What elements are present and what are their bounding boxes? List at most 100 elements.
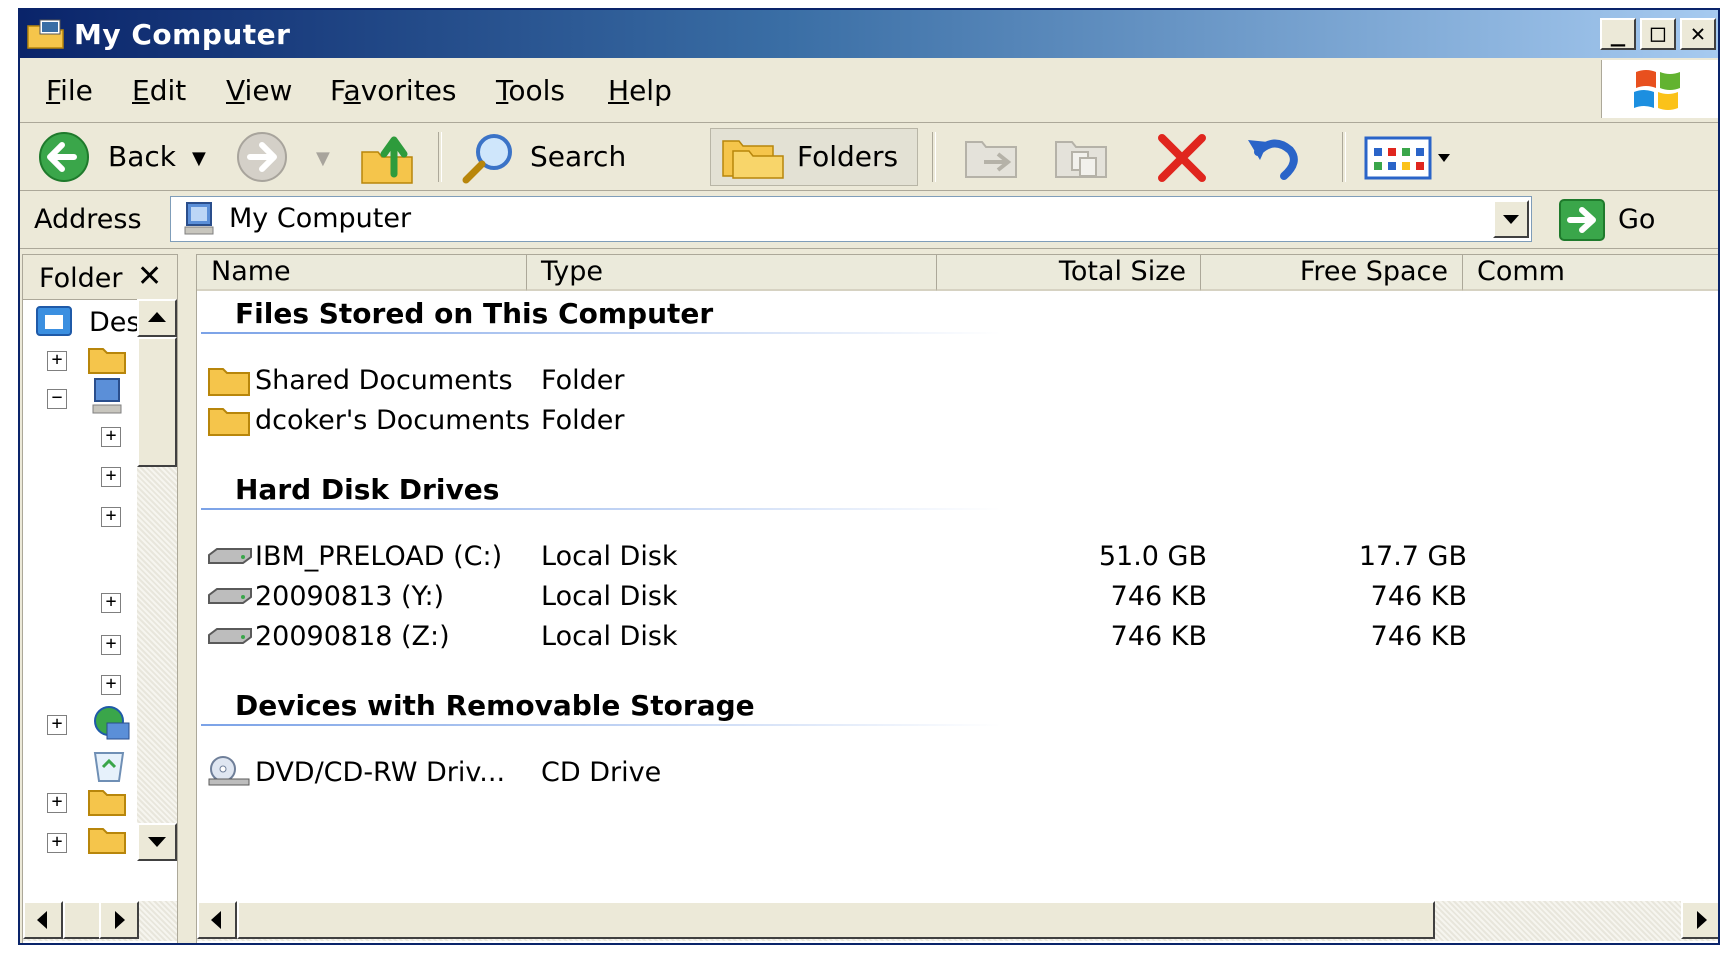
- column-header-free-space[interactable]: Free Space: [1201, 255, 1463, 291]
- move-to-icon[interactable]: [960, 132, 1026, 184]
- column-header-type[interactable]: Type: [527, 255, 937, 291]
- windows-logo: [1601, 60, 1718, 118]
- list-item-free-space: 17.7 GB: [1358, 541, 1467, 572]
- tree-expand-button[interactable]: +: [101, 593, 121, 613]
- my-computer-icon[interactable]: [89, 377, 129, 417]
- views-icon[interactable]: [1364, 134, 1460, 182]
- address-dropdown-button[interactable]: [1493, 200, 1529, 238]
- chevron-up-icon: [148, 312, 166, 322]
- folders-button[interactable]: Folders: [710, 128, 918, 186]
- list-item-name[interactable]: DVD/CD-RW Driv...: [255, 757, 505, 788]
- tree-expand-button[interactable]: +: [101, 675, 121, 695]
- scroll-left-button[interactable]: [23, 901, 63, 939]
- list-item-free-space: 746 KB: [1370, 621, 1467, 652]
- scroll-right-button[interactable]: [99, 901, 139, 939]
- file-list-horizontal-scrollbar[interactable]: [197, 901, 1718, 941]
- column-header-comments[interactable]: Comm: [1463, 255, 1718, 291]
- menu-view[interactable]: View: [226, 74, 292, 107]
- column-header-name[interactable]: Name: [197, 255, 527, 291]
- tree-expand-button[interactable]: +: [101, 635, 121, 655]
- back-arrow-icon[interactable]: [34, 130, 100, 184]
- list-item-type: Folder: [541, 365, 625, 396]
- chevron-left-icon: [211, 911, 221, 929]
- folder-tree-pane: Folder ✕ Des + − + + + + + + + + +: [22, 254, 178, 943]
- folder-icon[interactable]: [85, 341, 129, 377]
- list-item-name[interactable]: 20090818 (Z:): [255, 621, 450, 652]
- delete-icon[interactable]: [1152, 132, 1212, 184]
- group-divider: [201, 724, 1001, 726]
- folder-icon[interactable]: [85, 783, 129, 819]
- scroll-left-button[interactable]: [197, 901, 237, 939]
- tree-collapse-button[interactable]: −: [47, 389, 67, 409]
- network-places-icon[interactable]: [85, 703, 133, 743]
- address-input[interactable]: My Computer: [170, 196, 1532, 242]
- tree-expand-button[interactable]: +: [101, 427, 121, 447]
- hard-disk-icon[interactable]: [207, 541, 253, 575]
- hard-disk-icon[interactable]: [207, 621, 253, 655]
- chevron-left-icon: [37, 911, 47, 929]
- back-dropdown-arrow-icon[interactable]: ▼: [192, 148, 206, 169]
- list-item-name[interactable]: 20090813 (Y:): [255, 581, 444, 612]
- cd-drive-icon[interactable]: [207, 755, 253, 789]
- tree-expand-button[interactable]: +: [47, 715, 67, 735]
- maximize-button[interactable]: □: [1640, 18, 1676, 50]
- menu-favorites[interactable]: Favorites: [330, 74, 457, 107]
- group-header: Files Stored on This Computer: [235, 297, 714, 330]
- tree-expand-button[interactable]: +: [47, 793, 67, 813]
- list-item-type: Local Disk: [541, 541, 678, 572]
- address-value: My Computer: [229, 203, 412, 234]
- minimize-button[interactable]: _: [1600, 18, 1636, 50]
- scroll-up-button[interactable]: [137, 299, 177, 337]
- menu-file[interactable]: File: [46, 74, 93, 107]
- search-icon[interactable]: [456, 130, 522, 186]
- menu-bar: File Edit View Favorites Tools Help: [20, 60, 1718, 123]
- scroll-thumb[interactable]: [137, 337, 177, 467]
- folders-icon: [722, 140, 784, 179]
- scroll-thumb[interactable]: [63, 901, 103, 939]
- folder-pane-horizontal-scrollbar[interactable]: [23, 901, 177, 941]
- windows-flag-icon: [1634, 70, 1680, 110]
- forward-dropdown-arrow-icon[interactable]: ▼: [316, 148, 330, 169]
- group-divider: [201, 332, 1001, 334]
- menu-edit[interactable]: Edit: [132, 74, 186, 107]
- scroll-right-button[interactable]: [1681, 901, 1718, 939]
- tree-expand-button[interactable]: +: [101, 507, 121, 527]
- forward-arrow-icon[interactable]: [230, 130, 296, 184]
- list-item-type: Local Disk: [541, 581, 678, 612]
- explorer-window: My Computer _ □ ✕ File Edit View Favorit…: [18, 8, 1720, 945]
- folder-icon[interactable]: [85, 821, 129, 857]
- search-label[interactable]: Search: [530, 140, 626, 173]
- standard-toolbar: Back ▼ ▼ Search Folders: [20, 124, 1718, 191]
- recycle-bin-icon[interactable]: [87, 745, 131, 785]
- menu-tools[interactable]: Tools: [496, 74, 565, 107]
- hard-disk-icon[interactable]: [207, 581, 253, 615]
- up-folder-icon[interactable]: [358, 130, 418, 186]
- tree-item-desktop[interactable]: Des: [89, 307, 140, 338]
- undo-icon[interactable]: [1244, 132, 1304, 184]
- tree-expand-button[interactable]: +: [101, 467, 121, 487]
- list-item-total-size: 746 KB: [1110, 621, 1207, 652]
- title-bar[interactable]: My Computer _ □ ✕: [20, 10, 1718, 58]
- list-item-name[interactable]: Shared Documents: [255, 365, 513, 396]
- tree-expand-button[interactable]: +: [47, 351, 67, 371]
- scroll-down-button[interactable]: [137, 823, 177, 861]
- column-header-total-size[interactable]: Total Size: [937, 255, 1201, 291]
- tree-expand-button[interactable]: +: [47, 833, 67, 853]
- go-label[interactable]: Go: [1618, 204, 1655, 235]
- close-icon[interactable]: ✕: [137, 259, 162, 294]
- go-arrow-icon[interactable]: [1558, 198, 1606, 242]
- menu-help[interactable]: Help: [608, 74, 672, 107]
- back-label[interactable]: Back: [108, 140, 176, 173]
- list-item-name[interactable]: IBM_PRELOAD (C:): [255, 541, 502, 572]
- desktop-icon[interactable]: [33, 305, 77, 341]
- close-button[interactable]: ✕: [1680, 18, 1716, 50]
- copy-to-icon[interactable]: [1050, 132, 1116, 184]
- folder-pane-header: Folder ✕: [23, 255, 177, 300]
- scroll-thumb[interactable]: [237, 901, 1435, 939]
- chevron-down-icon: [1503, 215, 1519, 224]
- list-item-name[interactable]: dcoker's Documents: [255, 405, 530, 436]
- folder-pane-vertical-scrollbar[interactable]: [137, 299, 177, 861]
- folder-icon[interactable]: [207, 403, 253, 437]
- address-bar: Address My Computer Go: [20, 192, 1718, 249]
- folder-icon[interactable]: [207, 363, 253, 397]
